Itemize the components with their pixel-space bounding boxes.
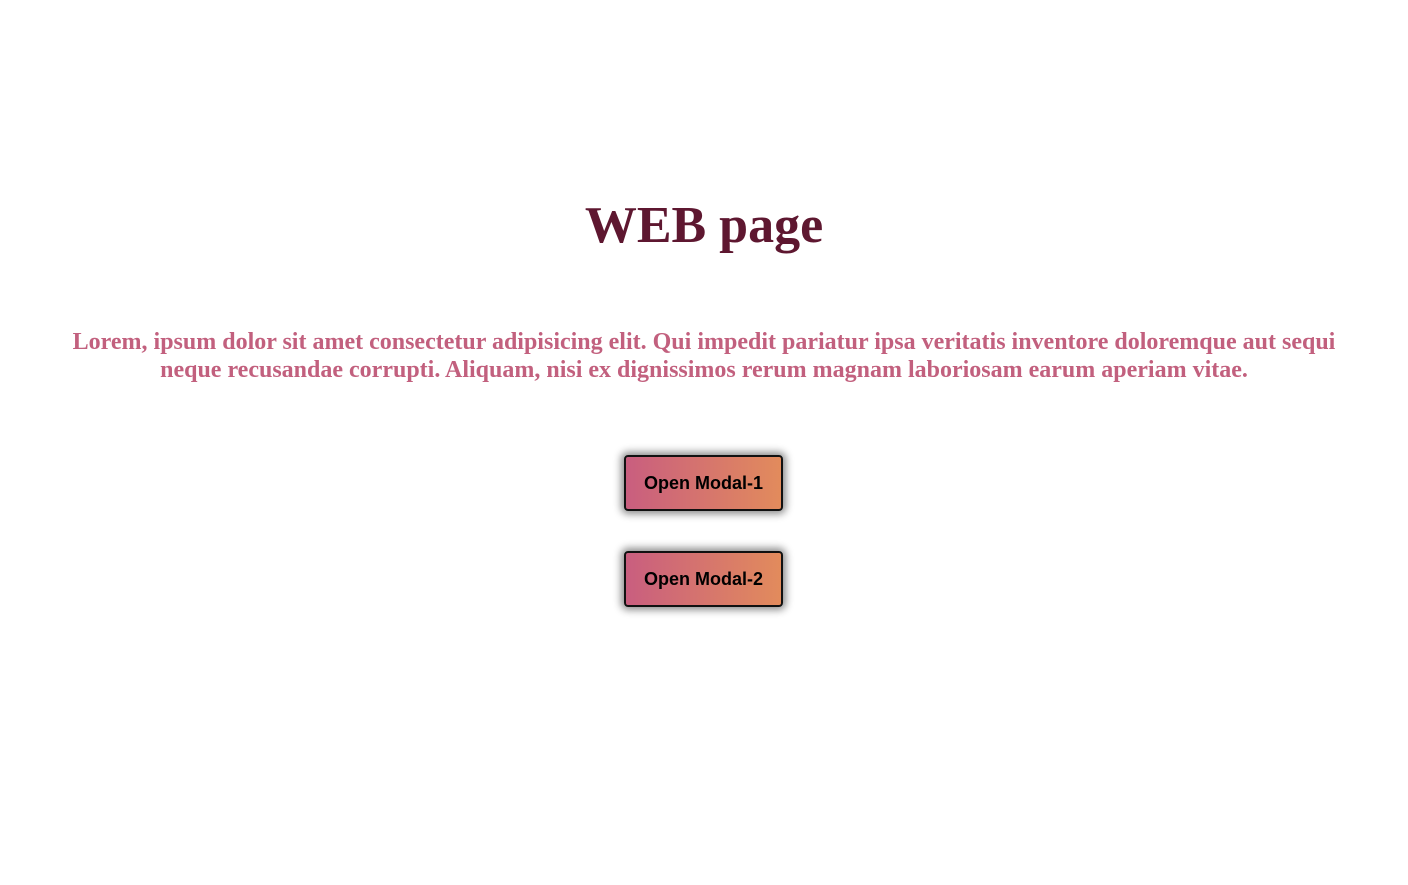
- open-modal-2-button[interactable]: Open Modal-2: [624, 551, 783, 607]
- lead-paragraph: Lorem, ipsum dolor sit amet consectetur …: [72, 329, 1336, 383]
- page-title: WEB page: [584, 197, 824, 254]
- page: WEB page Lorem, ipsum dolor sit amet con…: [0, 0, 1408, 885]
- open-modal-1-button[interactable]: Open Modal-1: [624, 455, 783, 511]
